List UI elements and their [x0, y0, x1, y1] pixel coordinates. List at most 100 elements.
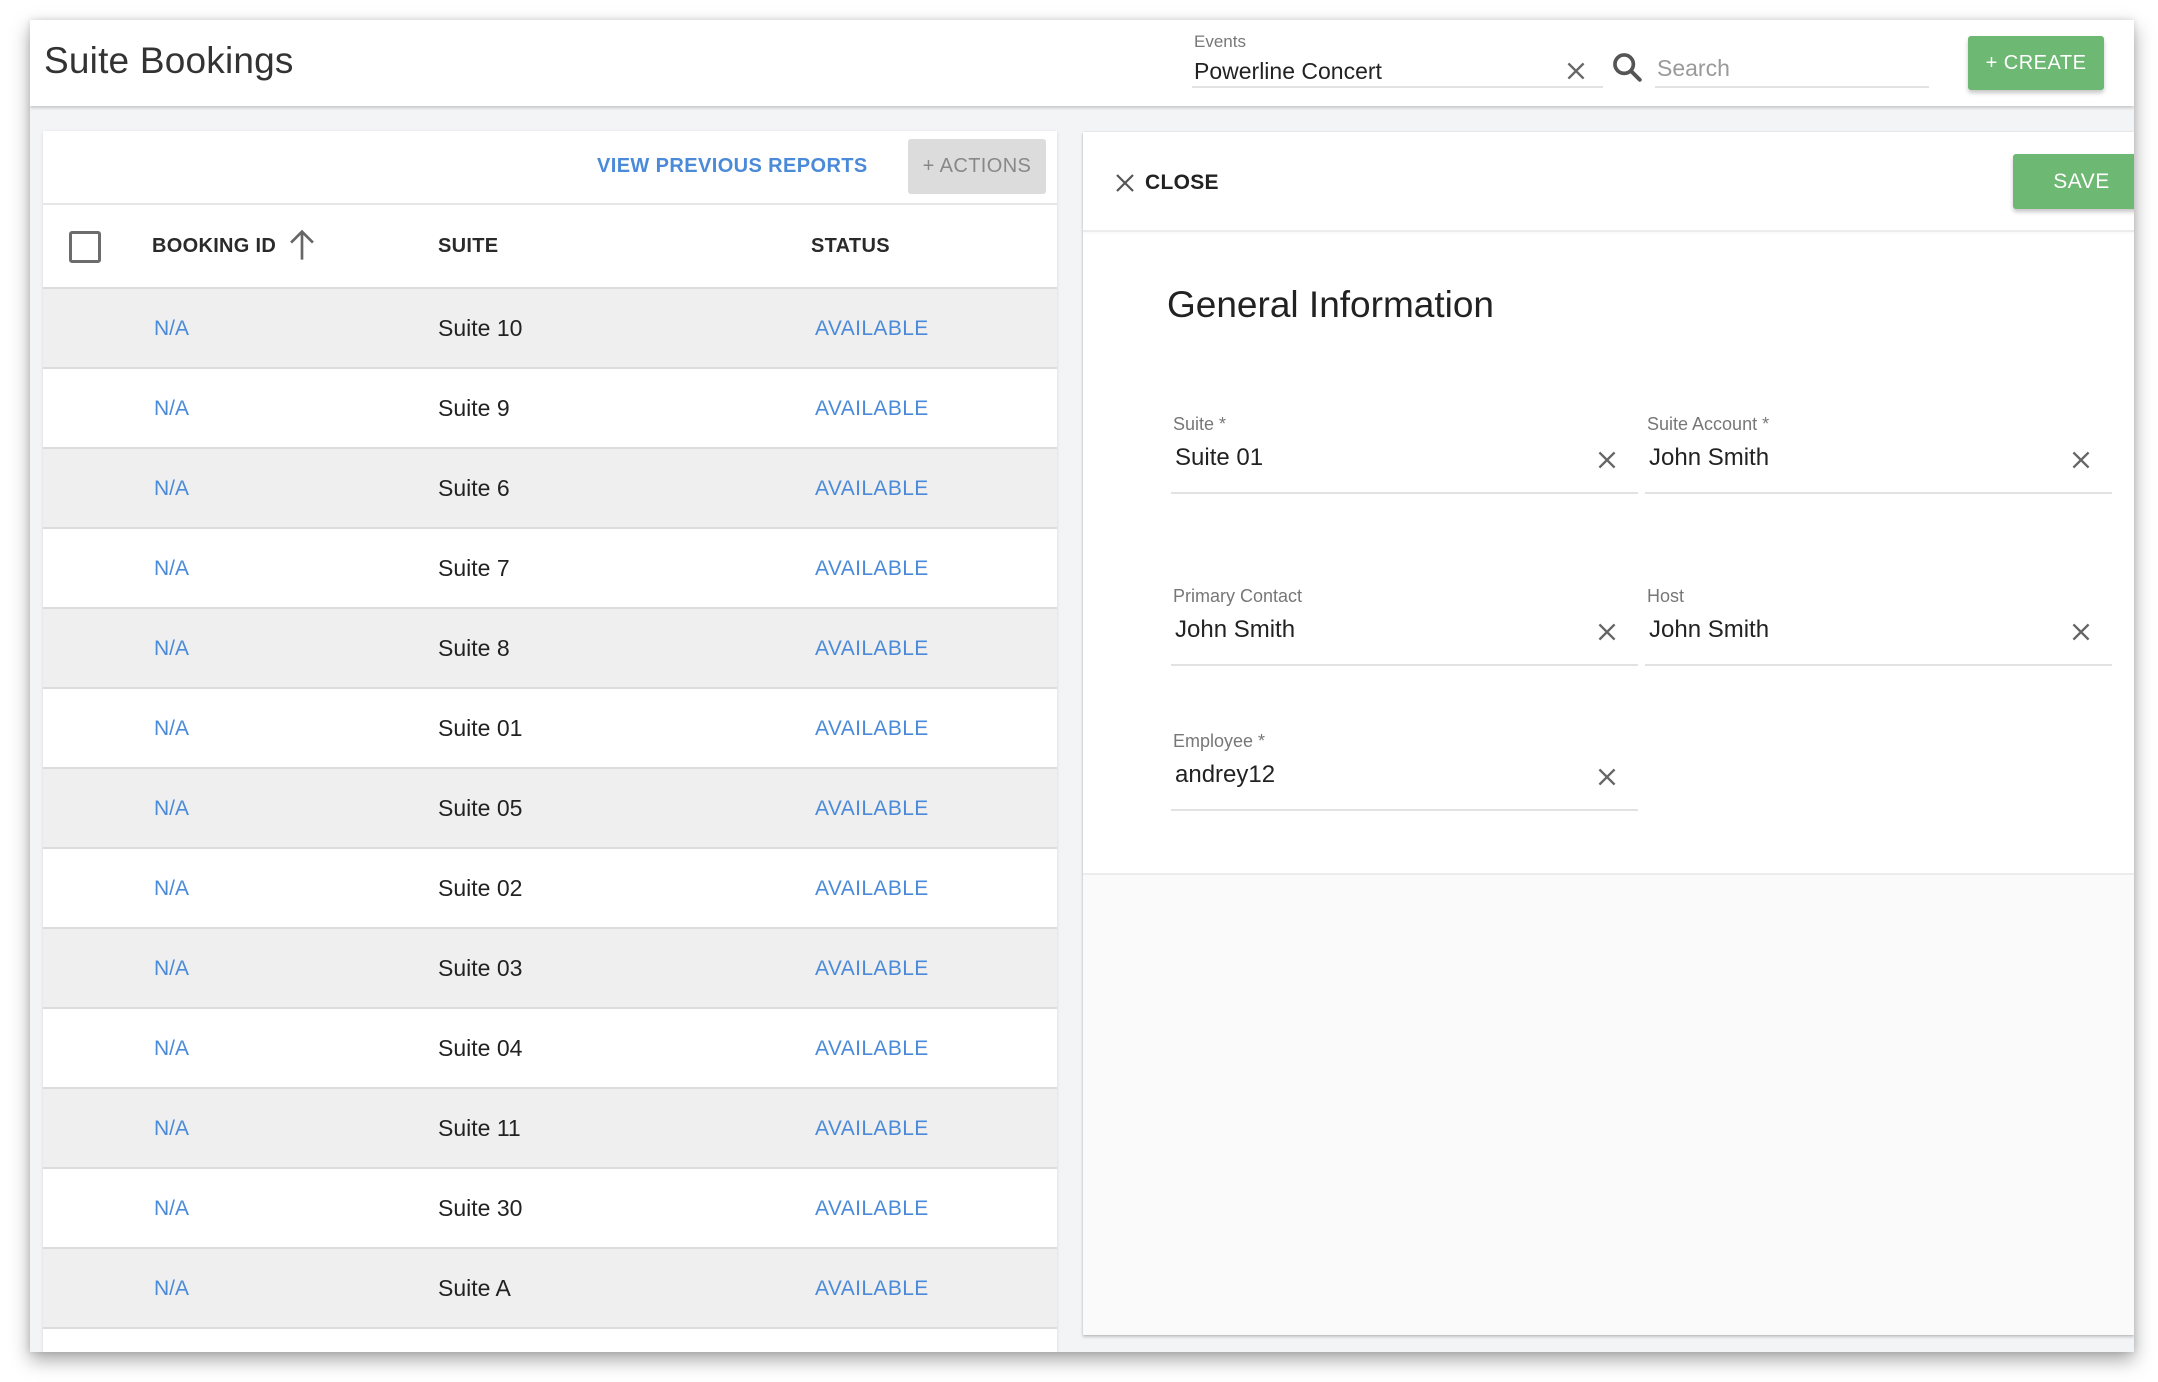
page-title: Suite Bookings — [44, 40, 294, 81]
booking-id-cell[interactable]: N/A — [154, 557, 189, 581]
status-cell[interactable]: AVAILABLE — [815, 477, 929, 501]
booking-id-cell[interactable]: N/A — [154, 1037, 189, 1061]
column-header-suite[interactable]: SUITE — [438, 235, 498, 258]
primary-contact-field-value[interactable]: John Smith — [1175, 616, 1295, 644]
suite-field[interactable]: Suite * Suite 01 — [1171, 414, 1638, 494]
booking-id-cell[interactable]: N/A — [154, 1117, 189, 1141]
status-cell[interactable]: AVAILABLE — [815, 1197, 929, 1221]
create-button[interactable]: + CREATE — [1968, 36, 2104, 90]
clear-host-icon[interactable] — [2068, 619, 2094, 645]
table-row[interactable]: N/A Suite 7 AVAILABLE — [43, 529, 1057, 609]
suite-cell: Suite 04 — [438, 1035, 523, 1061]
primary-contact-field-label: Primary Contact — [1173, 586, 1303, 606]
table-row[interactable]: N/A Suite 8 AVAILABLE — [43, 609, 1057, 689]
close-icon — [1116, 174, 1134, 192]
section-title: General Information — [1167, 284, 1495, 325]
events-filter-value[interactable]: Powerline Concert — [1194, 58, 1382, 85]
status-cell[interactable]: AVAILABLE — [815, 397, 929, 421]
status-cell[interactable]: AVAILABLE — [815, 637, 929, 661]
view-previous-reports-link[interactable]: VIEW PREVIOUS REPORTS — [597, 155, 868, 178]
clear-suite-account-icon[interactable] — [2068, 447, 2094, 473]
detail-toolbar: CLOSE SAVE — [1083, 132, 2134, 232]
table-row[interactable]: N/A Suite 10 AVAILABLE — [43, 289, 1057, 369]
booking-id-cell[interactable]: N/A — [154, 477, 189, 501]
suite-cell: Suite 8 — [438, 635, 510, 661]
primary-contact-field[interactable]: Primary Contact John Smith — [1171, 586, 1638, 666]
table-row[interactable]: N/A Suite 30 AVAILABLE — [43, 1169, 1057, 1249]
table-header: BOOKING ID SUITE STATUS — [43, 206, 1057, 289]
host-field-value[interactable]: John Smith — [1649, 616, 1769, 644]
booking-id-cell[interactable]: N/A — [154, 317, 189, 341]
suite-cell: Suite 05 — [438, 795, 523, 821]
table-row[interactable]: N/A Suite 9 AVAILABLE — [43, 369, 1057, 449]
column-header-status[interactable]: STATUS — [811, 235, 890, 258]
booking-id-cell[interactable]: N/A — [154, 877, 189, 901]
booking-id-cell[interactable]: N/A — [154, 797, 189, 821]
column-header-booking-id[interactable]: BOOKING ID — [152, 235, 276, 258]
table-row[interactable]: N/A Suite 01 AVAILABLE — [43, 689, 1057, 769]
suite-cell: Suite 7 — [438, 555, 510, 581]
employee-field-label: Employee * — [1173, 731, 1266, 751]
suite-cell: Suite A — [438, 1275, 511, 1301]
suite-account-field-value[interactable]: John Smith — [1649, 444, 1769, 472]
suite-cell: Suite 03 — [438, 955, 523, 981]
clear-employee-icon[interactable] — [1594, 764, 1620, 790]
clear-events-icon[interactable] — [1563, 58, 1589, 84]
booking-id-cell[interactable]: N/A — [154, 1197, 189, 1221]
search-input[interactable] — [1655, 50, 1929, 88]
status-cell[interactable]: AVAILABLE — [815, 1277, 929, 1301]
status-cell[interactable]: AVAILABLE — [815, 797, 929, 821]
select-all-checkbox[interactable] — [69, 231, 101, 263]
bookings-list-panel: VIEW PREVIOUS REPORTS + ACTIONS BOOKING … — [43, 131, 1057, 1352]
status-cell[interactable]: AVAILABLE — [815, 557, 929, 581]
booking-detail-panel: CLOSE SAVE General Information Suite * S… — [1083, 132, 2134, 1335]
table-row[interactable]: N/A Suite 02 AVAILABLE — [43, 849, 1057, 929]
suite-field-label: Suite * — [1173, 414, 1227, 434]
actions-button[interactable]: + ACTIONS — [908, 139, 1046, 194]
employee-field-value[interactable]: andrey12 — [1175, 761, 1275, 789]
suite-cell: Suite 6 — [438, 475, 510, 501]
status-cell[interactable]: AVAILABLE — [815, 957, 929, 981]
employee-field[interactable]: Employee * andrey12 — [1171, 731, 1638, 811]
suite-account-field-label: Suite Account * — [1647, 414, 1770, 434]
list-toolbar: VIEW PREVIOUS REPORTS + ACTIONS — [43, 131, 1057, 205]
events-filter-field[interactable]: Events Powerline Concert — [1192, 28, 1603, 88]
close-button[interactable]: CLOSE — [1113, 166, 1219, 200]
clear-primary-contact-icon[interactable] — [1594, 619, 1620, 645]
save-button[interactable]: SAVE — [2013, 154, 2134, 209]
booking-id-cell[interactable]: N/A — [154, 637, 189, 661]
suite-cell: Suite 11 — [438, 1115, 521, 1141]
app-window: Suite Bookings Events Powerline Concert … — [30, 20, 2134, 1352]
suite-cell: Suite 10 — [438, 315, 523, 341]
status-cell[interactable]: AVAILABLE — [815, 1117, 929, 1141]
booking-id-cell[interactable]: N/A — [154, 1277, 189, 1301]
booking-id-cell[interactable]: N/A — [154, 957, 189, 981]
status-cell[interactable]: AVAILABLE — [815, 1037, 929, 1061]
close-label: CLOSE — [1145, 171, 1219, 194]
host-field-label: Host — [1647, 586, 1685, 606]
status-cell[interactable]: AVAILABLE — [815, 317, 929, 341]
suite-field-value[interactable]: Suite 01 — [1175, 444, 1263, 472]
table-row[interactable]: N/A Suite 11 AVAILABLE — [43, 1089, 1057, 1169]
clear-suite-icon[interactable] — [1594, 447, 1620, 473]
booking-id-cell[interactable]: N/A — [154, 397, 189, 421]
table-row[interactable]: N/A Suite 03 AVAILABLE — [43, 929, 1057, 1009]
suite-cell: Suite 30 — [438, 1195, 523, 1221]
status-cell[interactable]: AVAILABLE — [815, 717, 929, 741]
suite-cell: Suite 9 — [438, 395, 510, 421]
status-cell[interactable]: AVAILABLE — [815, 877, 929, 901]
suite-account-field[interactable]: Suite Account * John Smith — [1645, 414, 2112, 494]
sort-ascending-arrow-icon[interactable] — [287, 228, 317, 262]
table-row[interactable]: N/A Suite A AVAILABLE — [43, 1249, 1057, 1329]
table-body: N/A Suite 10 AVAILABLE N/A Suite 9 AVAILABLE… — [43, 289, 1057, 1329]
app-header: Suite Bookings Events Powerline Concert … — [30, 20, 2134, 106]
table-row[interactable]: N/A Suite 05 AVAILABLE — [43, 769, 1057, 849]
events-filter-label: Events — [1194, 32, 1246, 51]
suite-cell: Suite 01 — [438, 715, 523, 741]
general-information-form: General Information Suite * Suite 01 Sui… — [1083, 234, 2134, 875]
table-row[interactable]: N/A Suite 6 AVAILABLE — [43, 449, 1057, 529]
table-row[interactable]: N/A Suite 04 AVAILABLE — [43, 1009, 1057, 1089]
search-icon[interactable] — [1610, 50, 1644, 84]
host-field[interactable]: Host John Smith — [1645, 586, 2112, 666]
booking-id-cell[interactable]: N/A — [154, 717, 189, 741]
